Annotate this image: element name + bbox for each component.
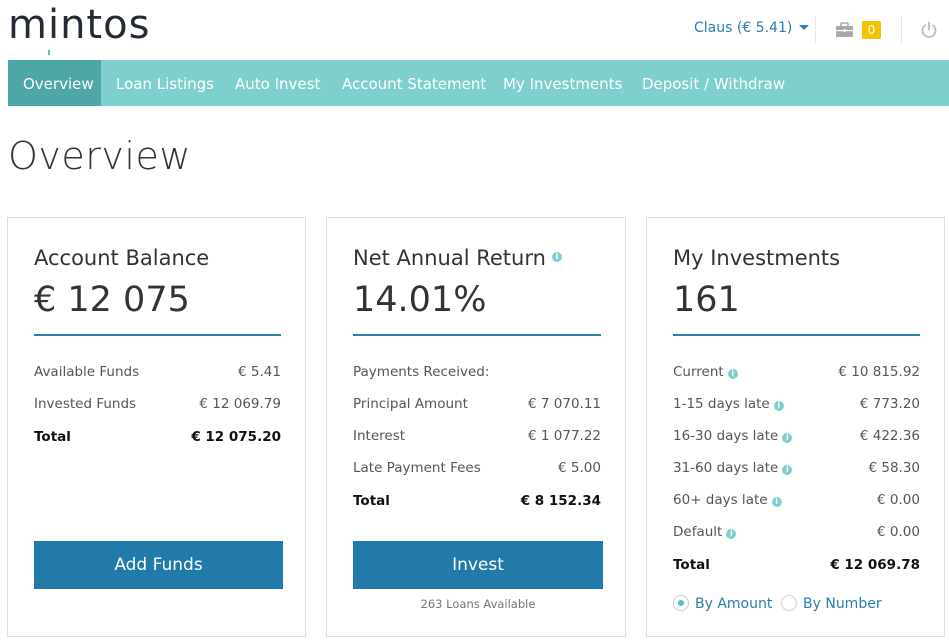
info-icon[interactable]: i [773,401,784,411]
row-label: 16-30 days late i [673,428,793,444]
net-return-value: 14.01% [353,280,487,320]
radio-circle[interactable] [781,595,797,611]
card-title: Net Annual Return i [353,246,562,270]
card-title: My Investments [673,246,841,270]
row-label-text: Default [673,524,723,540]
chevron-down-icon [799,25,810,30]
row-label: Late Payment Fees [353,460,481,476]
page-title: Overview [8,134,191,178]
total-row: Total € 8 152.34 [353,493,601,513]
radio-circle-selected[interactable] [673,595,689,611]
list-item: Late Payment Fees € 5.00 [353,460,601,480]
row-label: Total [34,429,71,445]
nav-overview[interactable]: Overview [8,60,101,106]
row-label: 60+ days late i [673,492,782,508]
row-label-text: 31-60 days late [673,460,779,476]
row-value: € 0.00 [877,492,920,508]
account-balance-value: € 12 075 [34,280,190,320]
row-label: Invested Funds [34,396,137,412]
row-value: € 58.30 [868,460,920,476]
divider [673,334,920,336]
loans-available-note: 263 Loans Available [420,597,536,611]
nav-account-statement[interactable]: Account Statement [327,60,501,106]
net-annual-return-card: Net Annual Return i 14.01% Payments Recei… [326,217,626,637]
row-label: Principal Amount [353,396,468,412]
list-item: Default i € 0.00 [673,524,920,544]
row-value: € 0.00 [877,524,920,540]
logo[interactable]: mintos [8,2,150,48]
row-label: Available Funds [34,364,140,380]
header: mintos Claus (€ 5.41) 0 [0,0,949,60]
my-investments-card: My Investments 161 Current i € 10 815.92 … [646,217,945,637]
list-item: Principal Amount € 7 070.11 [353,396,601,416]
divider [901,16,902,44]
row-label-text: Current [673,364,724,380]
nav-loan-listings[interactable]: Loan Listings [101,60,229,106]
main-nav: Overview Loan Listings Auto Invest Accou… [8,60,949,106]
list-item: Available Funds € 5.41 [34,364,281,384]
row-label: Payments Received: [353,364,490,380]
divider [815,16,816,44]
row-label: 31-60 days late i [673,460,793,476]
nav-auto-invest[interactable]: Auto Invest [220,60,335,106]
radio-label: By Amount [695,596,773,612]
radio-label: By Number [803,596,882,612]
radio-by-number[interactable]: By Number [781,595,882,612]
list-item: Invested Funds € 12 069.79 [34,396,281,416]
info-icon[interactable]: i [782,465,793,475]
list-item: Payments Received: [353,364,601,384]
row-label-text: 1-15 days late [673,396,770,412]
info-icon[interactable]: i [771,497,782,507]
total-row: Total € 12 075.20 [34,429,281,449]
row-label-text: 60+ days late [673,492,768,508]
invest-button[interactable]: Invest [353,541,603,589]
card-title: Account Balance [34,246,210,270]
row-value: € 5.00 [558,460,601,476]
row-label: Interest [353,428,406,444]
briefcase-icon[interactable] [835,22,854,38]
row-label: Total [673,557,710,573]
info-icon[interactable]: i [551,252,562,262]
divider [353,334,601,336]
logo-accent [48,50,50,55]
row-value: € 12 075.20 [191,429,281,445]
row-label: Default i [673,524,737,540]
row-value: € 8 152.34 [520,493,601,509]
list-item: 60+ days late i € 0.00 [673,492,920,512]
add-funds-button[interactable]: Add Funds [34,541,283,589]
info-icon[interactable]: i [782,433,793,443]
card-title-text: Net Annual Return [353,246,546,270]
account-balance-card: Account Balance € 12 075 Available Funds… [7,217,306,637]
info-icon[interactable]: i [726,529,737,539]
row-label-text: 16-30 days late [673,428,779,444]
row-value: € 12 069.78 [830,557,920,573]
nav-my-investments[interactable]: My Investments [488,60,637,106]
list-item: Current i € 10 815.92 [673,364,920,384]
nav-deposit-withdraw[interactable]: Deposit / Withdraw [627,60,800,106]
row-value: € 773.20 [859,396,920,412]
list-item: 16-30 days late i € 422.36 [673,428,920,448]
radio-by-amount[interactable]: By Amount [673,595,772,612]
divider [34,334,281,336]
row-value: € 1 077.22 [528,428,601,444]
row-value: € 5.41 [238,364,281,380]
total-row: Total € 12 069.78 [673,557,920,577]
list-item: 31-60 days late i € 58.30 [673,460,920,480]
row-value: € 10 815.92 [838,364,920,380]
cart-count-badge: 0 [862,21,881,39]
row-label: Current i [673,364,738,380]
row-value: € 422.36 [859,428,920,444]
row-value: € 7 070.11 [528,396,601,412]
user-balance-label: Claus (€ 5.41) [694,20,793,36]
user-menu[interactable]: Claus (€ 5.41) [694,20,810,36]
power-icon[interactable] [920,21,938,39]
list-item: 1-15 days late i € 773.20 [673,396,920,416]
info-icon[interactable]: i [727,369,738,379]
row-value: € 12 069.79 [199,396,281,412]
row-label: 1-15 days late i [673,396,784,412]
list-item: Interest € 1 077.22 [353,428,601,448]
investments-count: 161 [673,280,740,320]
row-label: Total [353,493,390,509]
